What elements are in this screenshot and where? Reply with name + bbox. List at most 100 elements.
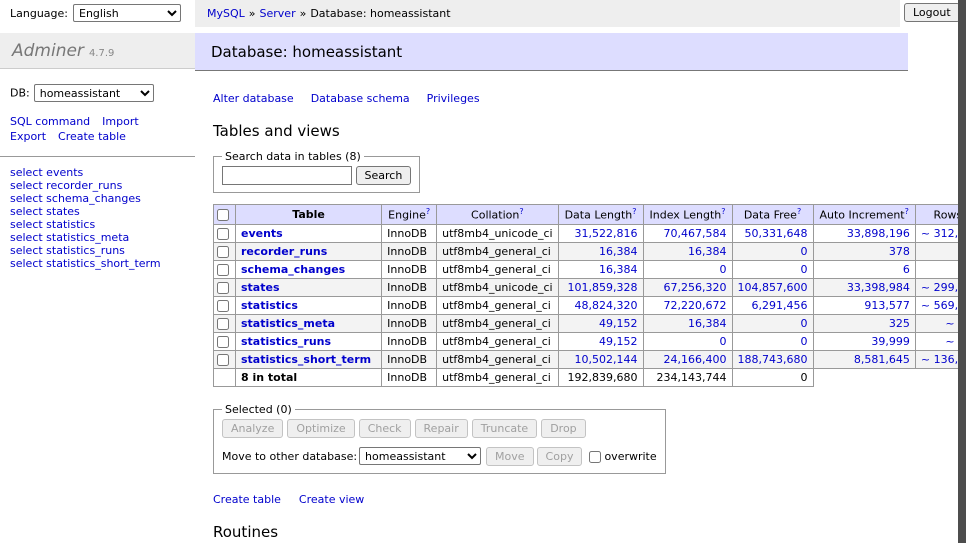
db-select[interactable]: homeassistant <box>34 84 154 102</box>
help-icon[interactable]: ? <box>519 207 523 216</box>
auto-increment-link[interactable]: 39,999 <box>871 335 910 348</box>
index-length-link[interactable]: 72,220,672 <box>664 299 727 312</box>
sidebar-item-select-recorder-runs[interactable]: select recorder_runs <box>10 179 185 192</box>
column-header-data-free[interactable]: Data Free? <box>732 205 813 225</box>
table-name-link[interactable]: statistics_short_term <box>241 353 371 366</box>
auto-increment-link[interactable]: 913,577 <box>864 299 910 312</box>
column-header-data-length[interactable]: Data Length? <box>558 205 643 225</box>
row-checkbox[interactable] <box>217 282 229 294</box>
index-length-link[interactable]: 70,467,584 <box>664 227 727 240</box>
row-checkbox[interactable] <box>217 228 229 240</box>
tables-and-views-heading: Tables and views <box>213 122 908 140</box>
create-table-link-main[interactable]: Create table <box>213 493 281 506</box>
alter-database-link[interactable]: Alter database <box>213 92 294 105</box>
help-icon[interactable]: ? <box>632 207 636 216</box>
sidebar-item-select-statistics[interactable]: select statistics <box>10 218 185 231</box>
sidebar-item-select-states[interactable]: select states <box>10 205 185 218</box>
database-schema-link[interactable]: Database schema <box>311 92 410 105</box>
table-name-link[interactable]: recorder_runs <box>241 245 327 258</box>
import-link[interactable]: Import <box>102 115 139 128</box>
row-checkbox[interactable] <box>217 336 229 348</box>
sql-command-link[interactable]: SQL command <box>10 115 90 128</box>
breadcrumb-server-link[interactable]: Server <box>260 7 296 20</box>
table-name-link[interactable]: schema_changes <box>241 263 345 276</box>
auto-increment-link[interactable]: 6 <box>903 263 910 276</box>
data-free-link[interactable]: 0 <box>801 263 808 276</box>
auto-increment-link[interactable]: 8,581,645 <box>854 353 910 366</box>
index-length-link[interactable]: 16,384 <box>688 245 727 258</box>
auto-increment-link[interactable]: 33,898,196 <box>847 227 910 240</box>
repair-button[interactable]: Repair <box>415 419 468 438</box>
data-length-link[interactable]: 16,384 <box>599 245 638 258</box>
help-icon[interactable]: ? <box>426 207 430 216</box>
index-length-link[interactable]: 16,384 <box>688 317 727 330</box>
search-button[interactable]: Search <box>356 166 412 185</box>
optimize-button[interactable]: Optimize <box>287 419 354 438</box>
data-length-link[interactable]: 49,152 <box>599 317 638 330</box>
vertical-scrollbar[interactable] <box>958 0 966 543</box>
export-link[interactable]: Export <box>10 130 46 143</box>
adminer-logo[interactable]: Adminer <box>12 41 84 61</box>
breadcrumb-mysql-link[interactable]: MySQL <box>207 7 245 20</box>
index-length-link[interactable]: 67,256,320 <box>664 281 727 294</box>
row-checkbox[interactable] <box>217 354 229 366</box>
table-footer-links: Create table Create view <box>213 493 908 506</box>
data-length-link[interactable]: 10,502,144 <box>575 353 638 366</box>
move-database-select[interactable]: homeassistant <box>359 447 481 465</box>
sidebar-item-select-statistics-short-term[interactable]: select statistics_short_term <box>10 257 185 270</box>
column-header-engine[interactable]: Engine? <box>382 205 437 225</box>
table-name-link[interactable]: statistics <box>241 299 298 312</box>
data-length-link[interactable]: 31,522,816 <box>575 227 638 240</box>
check-button[interactable]: Check <box>359 419 411 438</box>
auto-increment-link[interactable]: 378 <box>889 245 910 258</box>
row-checkbox[interactable] <box>217 318 229 330</box>
sidebar-item-select-schema-changes[interactable]: select schema_changes <box>10 192 185 205</box>
language-select[interactable]: English <box>73 4 181 22</box>
index-length-link[interactable]: 24,166,400 <box>664 353 727 366</box>
truncate-button[interactable]: Truncate <box>472 419 537 438</box>
sidebar-item-select-events[interactable]: select events <box>10 166 185 179</box>
top-bar: Language:English MySQL»Server»Database: … <box>0 0 966 27</box>
help-icon[interactable]: ? <box>721 207 725 216</box>
table-name-link[interactable]: events <box>241 227 283 240</box>
search-input[interactable] <box>222 166 352 185</box>
data-free-link[interactable]: 104,857,600 <box>738 281 808 294</box>
privileges-link[interactable]: Privileges <box>427 92 480 105</box>
data-free-link[interactable]: 50,331,648 <box>745 227 808 240</box>
data-free-link[interactable]: 0 <box>801 335 808 348</box>
column-header-index-length[interactable]: Index Length? <box>643 205 732 225</box>
data-length-link[interactable]: 48,824,320 <box>575 299 638 312</box>
column-header-auto-increment[interactable]: Auto Increment? <box>813 205 915 225</box>
create-table-link[interactable]: Create table <box>58 130 126 143</box>
table-name-link[interactable]: statistics_runs <box>241 335 331 348</box>
index-length-link[interactable]: 0 <box>720 335 727 348</box>
help-icon[interactable]: ? <box>797 207 801 216</box>
table-name-link[interactable]: states <box>241 281 280 294</box>
help-icon[interactable]: ? <box>905 207 909 216</box>
create-view-link[interactable]: Create view <box>299 493 364 506</box>
drop-button[interactable]: Drop <box>541 419 585 438</box>
select-all-checkbox[interactable] <box>217 209 229 221</box>
row-checkbox[interactable] <box>217 246 229 258</box>
data-length-link[interactable]: 49,152 <box>599 335 638 348</box>
auto-increment-link[interactable]: 325 <box>889 317 910 330</box>
data-free-link[interactable]: 188,743,680 <box>738 353 808 366</box>
sidebar-item-select-statistics-runs[interactable]: select statistics_runs <box>10 244 185 257</box>
row-checkbox[interactable] <box>217 264 229 276</box>
index-length-link[interactable]: 0 <box>720 263 727 276</box>
analyze-button[interactable]: Analyze <box>222 419 283 438</box>
data-free-link[interactable]: 0 <box>801 317 808 330</box>
data-length-link[interactable]: 16,384 <box>599 263 638 276</box>
overwrite-checkbox[interactable] <box>589 451 601 463</box>
logout-button[interactable]: Logout <box>904 3 960 22</box>
sidebar-item-select-statistics-meta[interactable]: select statistics_meta <box>10 231 185 244</box>
data-length-link[interactable]: 101,859,328 <box>568 281 638 294</box>
row-checkbox[interactable] <box>217 300 229 312</box>
copy-button[interactable]: Copy <box>537 447 583 466</box>
column-header-collation[interactable]: Collation? <box>437 205 558 225</box>
move-button[interactable]: Move <box>486 447 534 466</box>
data-free-link[interactable]: 0 <box>801 245 808 258</box>
table-name-link[interactable]: statistics_meta <box>241 317 335 330</box>
auto-increment-link[interactable]: 33,398,984 <box>847 281 910 294</box>
data-free-link[interactable]: 6,291,456 <box>752 299 808 312</box>
